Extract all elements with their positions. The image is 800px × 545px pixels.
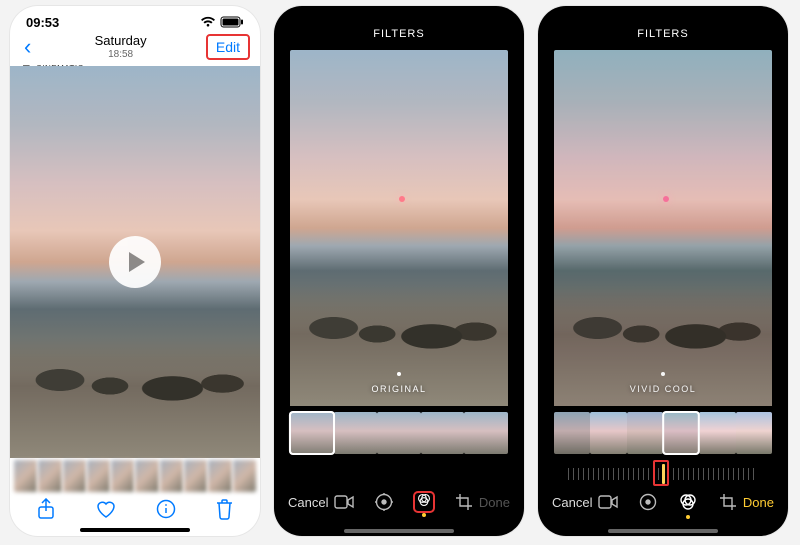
- video-preview[interactable]: [10, 66, 260, 458]
- image-sun: [663, 196, 669, 202]
- edit-preview[interactable]: ORIGINAL: [290, 50, 508, 406]
- video-icon[interactable]: [333, 491, 355, 513]
- cancel-button[interactable]: Cancel: [552, 495, 592, 510]
- home-indicator[interactable]: [608, 529, 718, 533]
- thumbnail[interactable]: [233, 460, 256, 492]
- filter-thumb[interactable]: [699, 412, 735, 454]
- edit-toolbar: Cancel Done: [538, 482, 788, 522]
- play-icon: [129, 252, 145, 272]
- adjust-icon[interactable]: [373, 491, 395, 513]
- edit-tool-icons: [597, 491, 739, 513]
- image-rocks: [10, 338, 260, 458]
- home-indicator[interactable]: [80, 528, 190, 532]
- thumbnail[interactable]: [14, 460, 37, 492]
- home-indicator[interactable]: [344, 529, 454, 533]
- thumbnail[interactable]: [135, 460, 158, 492]
- filter-thumb[interactable]: [627, 412, 663, 454]
- battery-icon: [220, 16, 244, 28]
- done-button: Done: [479, 495, 510, 510]
- filter-thumb-vivid-cool[interactable]: [662, 411, 700, 455]
- current-filter-label: ORIGINAL: [371, 384, 426, 394]
- thumbnail[interactable]: [87, 460, 110, 492]
- status-right: [200, 16, 244, 28]
- filter-thumb[interactable]: [464, 412, 508, 454]
- thumbnail[interactable]: [184, 460, 207, 492]
- video-icon[interactable]: [597, 491, 619, 513]
- filters-header: FILTERS: [274, 6, 524, 50]
- current-filter-label: VIVID COOL: [630, 384, 697, 394]
- filter-indicator-dot: [661, 372, 665, 376]
- photo-title: Saturday 18:58: [95, 34, 147, 59]
- thumbnail[interactable]: [208, 460, 231, 492]
- filter-thumb[interactable]: [590, 412, 626, 454]
- photo-time: 18:58: [95, 49, 147, 60]
- thumbnail[interactable]: [38, 460, 61, 492]
- edit-button[interactable]: Edit: [206, 34, 250, 60]
- filter-thumbnails[interactable]: [290, 412, 508, 454]
- edit-tool-icons: [333, 491, 475, 513]
- heart-icon[interactable]: [95, 499, 117, 524]
- share-icon[interactable]: [36, 498, 56, 525]
- filter-thumb[interactable]: [736, 412, 772, 454]
- viewer-toolbar: [10, 494, 260, 528]
- wifi-icon: [200, 16, 216, 28]
- filters-icon[interactable]: [677, 491, 699, 513]
- filter-thumb[interactable]: [421, 412, 465, 454]
- thumbnail[interactable]: [160, 460, 183, 492]
- panel-edit-filters-vividcool: FILTERS VIVID COOL Cancel: [538, 6, 788, 536]
- image-sun: [399, 196, 405, 202]
- back-button[interactable]: ‹: [20, 36, 35, 58]
- status-bar: 09:53: [10, 6, 260, 32]
- edit-toolbar: Cancel Done: [274, 482, 524, 522]
- status-time: 09:53: [26, 15, 59, 30]
- filter-thumb[interactable]: [554, 412, 590, 454]
- filter-thumb-original[interactable]: [289, 411, 335, 455]
- thumbnail[interactable]: [111, 460, 134, 492]
- thumbnail-strip[interactable]: [10, 458, 260, 494]
- filter-thumbnails[interactable]: [554, 412, 772, 454]
- adjust-icon[interactable]: [637, 491, 659, 513]
- filters-header: FILTERS: [538, 6, 788, 50]
- viewer-header: ‹ Saturday 18:58 Edit: [10, 32, 260, 66]
- thumbnail[interactable]: [63, 460, 86, 492]
- crop-icon[interactable]: [453, 491, 475, 513]
- play-button[interactable]: [109, 236, 161, 288]
- filter-thumb[interactable]: [334, 412, 378, 454]
- edit-preview[interactable]: VIVID COOL: [554, 50, 772, 406]
- done-button[interactable]: Done: [743, 495, 774, 510]
- slider-knob[interactable]: [662, 464, 665, 484]
- panel-edit-filters-original: FILTERS ORIGINAL Cancel Done: [274, 6, 524, 536]
- filter-thumb[interactable]: [377, 412, 421, 454]
- cancel-button[interactable]: Cancel: [288, 495, 328, 510]
- filter-indicator-dot: [397, 372, 401, 376]
- trash-icon[interactable]: [215, 498, 234, 525]
- info-icon[interactable]: [156, 499, 176, 524]
- photo-day: Saturday: [95, 33, 147, 48]
- filters-icon[interactable]: [413, 491, 435, 513]
- crop-icon[interactable]: [717, 491, 739, 513]
- panel-photos-viewer: 09:53 ‹ Saturday 18:58 Edit CINEMATIC: [10, 6, 260, 536]
